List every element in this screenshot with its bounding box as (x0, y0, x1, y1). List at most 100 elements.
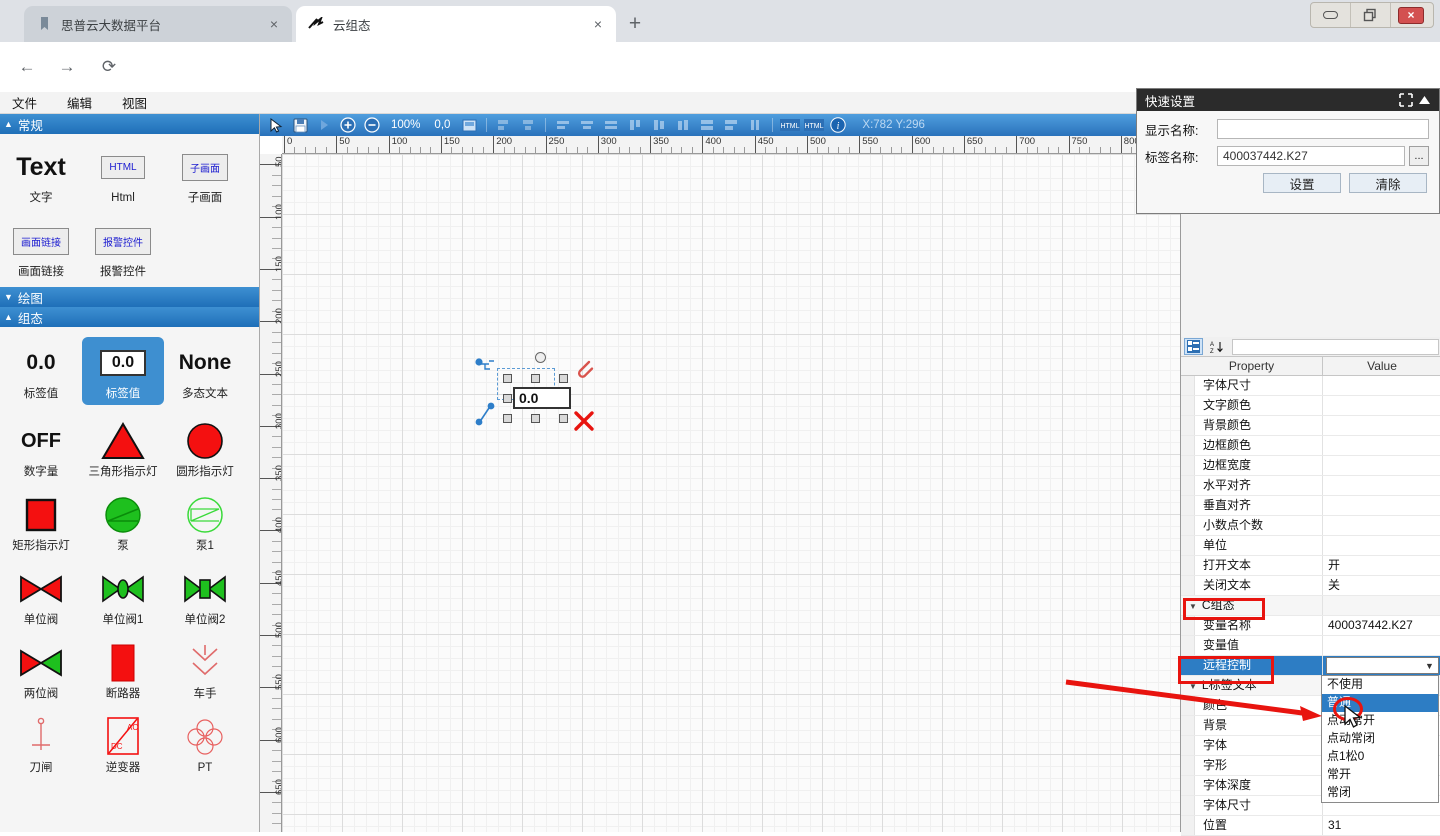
property-value[interactable] (1323, 476, 1440, 495)
property-row[interactable]: 打开文本开 (1181, 556, 1440, 576)
distribute-v-icon[interactable] (673, 116, 693, 134)
palette-item-pump[interactable]: 泵 (82, 489, 164, 557)
property-filter-input[interactable] (1232, 339, 1439, 355)
palette-item-inverter[interactable]: ACDC 逆变器 (82, 711, 164, 779)
dropdown-option[interactable]: 常闭 (1322, 784, 1438, 802)
property-row[interactable]: 字体尺寸 (1181, 376, 1440, 396)
property-value[interactable] (1323, 596, 1440, 615)
palette-item-rect-indicator[interactable]: 矩形指示灯 (0, 489, 82, 557)
expand-up-icon[interactable] (1415, 91, 1433, 109)
distribute-h-icon[interactable] (649, 116, 669, 134)
palette-item-handcart[interactable]: 车手 (164, 637, 246, 705)
palette-group-header-general[interactable]: ▲ 常规 (0, 114, 259, 134)
dropdown-option[interactable]: 常开 (1322, 766, 1438, 784)
property-row[interactable]: 水平对齐 (1181, 476, 1440, 496)
categorized-view-icon[interactable] (1184, 338, 1203, 355)
html-export-icon[interactable]: HTML (780, 116, 800, 134)
property-value[interactable]: 关 (1323, 576, 1440, 595)
dropdown-option[interactable]: 不使用 (1322, 676, 1438, 694)
property-value[interactable]: 400037442.K27 (1323, 616, 1440, 635)
align-middle-icon[interactable] (601, 116, 621, 134)
chevron-down-icon[interactable]: ▼ (1189, 602, 1197, 611)
display-name-input[interactable] (1217, 119, 1429, 139)
resize-handle[interactable] (503, 414, 512, 423)
design-canvas[interactable]: 0.0 (282, 154, 1180, 832)
property-value[interactable] (1323, 636, 1440, 655)
palette-item-breaker[interactable]: 断路器 (82, 637, 164, 705)
palette-item-unit-valve1[interactable]: 单位阀1 (82, 563, 164, 631)
alphabetical-sort-icon[interactable]: AZ (1207, 338, 1226, 355)
resize-handle[interactable] (503, 374, 512, 383)
paperclip-icon[interactable] (575, 358, 595, 383)
align-center-icon[interactable] (518, 116, 538, 134)
property-value[interactable] (1323, 456, 1440, 475)
resize-handle[interactable] (559, 374, 568, 383)
resize-handle[interactable] (503, 394, 512, 403)
reload-button[interactable]: ⟳ (96, 54, 122, 80)
property-row[interactable]: 关闭文本关 (1181, 576, 1440, 596)
dropdown-option[interactable]: 点动常闭 (1322, 730, 1438, 748)
align-left-icon[interactable] (494, 116, 514, 134)
property-value[interactable] (1323, 376, 1440, 395)
palette-item-digital[interactable]: OFF 数字量 (0, 415, 82, 483)
distribute-gap-icon[interactable] (745, 116, 765, 134)
palette-item-alarm-widget[interactable]: 报警控件 报警控件 (82, 215, 164, 283)
palette-item-pump1[interactable]: 泵1 (164, 489, 246, 557)
align-top-icon[interactable] (577, 116, 597, 134)
property-value[interactable]: 开 (1323, 556, 1440, 575)
run-icon[interactable] (314, 116, 334, 134)
zoom-in-icon[interactable] (338, 116, 358, 134)
palette-item-unit-valve[interactable]: 单位阀 (0, 563, 82, 631)
palette-item-unit-valve2[interactable]: 单位阀2 (164, 563, 246, 631)
dropdown-option[interactable]: 点1松0 (1322, 748, 1438, 766)
property-value[interactable] (1323, 436, 1440, 455)
chevron-down-icon[interactable]: ▼ (1189, 682, 1197, 691)
palette-item-triangle-indicator[interactable]: 三角形指示灯 (82, 415, 164, 483)
forward-button[interactable]: → (54, 54, 80, 80)
back-button[interactable]: ← (14, 54, 40, 80)
property-value[interactable] (1323, 516, 1440, 535)
property-value[interactable]: 31 (1323, 816, 1440, 835)
link-node-icon[interactable] (475, 358, 499, 383)
tag-name-input[interactable]: 400037442.K27 (1217, 146, 1405, 166)
align-bottom-icon[interactable] (625, 116, 645, 134)
info-icon[interactable]: i (828, 116, 848, 134)
close-icon[interactable]: × (264, 14, 284, 34)
property-row[interactable]: 文字颜色 (1181, 396, 1440, 416)
palette-item-pt[interactable]: PT (164, 711, 246, 779)
menu-file[interactable]: 文件 (12, 93, 37, 112)
restore-button[interactable] (1351, 3, 1391, 27)
ungroup-icon[interactable] (721, 116, 741, 134)
rotate-handle-icon[interactable] (535, 352, 546, 363)
palette-item-tag-value[interactable]: 0.0 标签值 (0, 337, 82, 405)
group-icon[interactable] (697, 116, 717, 134)
palette-item-two-position-valve[interactable]: 两位阀 (0, 637, 82, 705)
property-row[interactable]: 变量名称400037442.K27 (1181, 616, 1440, 636)
property-row[interactable]: 边框宽度 (1181, 456, 1440, 476)
property-value[interactable] (1323, 396, 1440, 415)
property-row[interactable]: 边框颜色 (1181, 436, 1440, 456)
apply-button[interactable]: 设置 (1263, 173, 1341, 193)
close-button[interactable]: × (1391, 3, 1431, 27)
link-node-icon[interactable] (475, 402, 499, 429)
save-icon[interactable] (290, 116, 310, 134)
palette-item-screen-link[interactable]: 画面链接 画面链接 (0, 215, 82, 283)
menu-view[interactable]: 视图 (122, 93, 147, 112)
collapse-icon[interactable] (1397, 91, 1415, 109)
palette-item-subscreen[interactable]: 子画面 子画面 (164, 141, 246, 209)
property-category-row[interactable]: ▼C组态 (1181, 596, 1440, 616)
property-row[interactable]: 垂直对齐 (1181, 496, 1440, 516)
minimize-button[interactable] (1311, 3, 1351, 27)
property-value[interactable] (1323, 536, 1440, 555)
delete-x-icon[interactable] (573, 410, 595, 435)
chevron-down-icon[interactable]: ▼ (1421, 658, 1438, 673)
align-right-icon[interactable] (553, 116, 573, 134)
menu-edit[interactable]: 编辑 (67, 93, 92, 112)
palette-group-header-scada[interactable]: ▲ 组态 (0, 307, 259, 327)
remote-control-dropdown-list[interactable]: 不使用普通点动常开点动常闭点1松0常开常闭 (1321, 675, 1439, 803)
clear-button[interactable]: 清除 (1349, 173, 1427, 193)
property-row[interactable]: 背景颜色 (1181, 416, 1440, 436)
palette-item-html[interactable]: HTML Html (82, 141, 164, 209)
property-value[interactable] (1323, 416, 1440, 435)
remote-control-select[interactable]: ▼ (1326, 657, 1439, 674)
